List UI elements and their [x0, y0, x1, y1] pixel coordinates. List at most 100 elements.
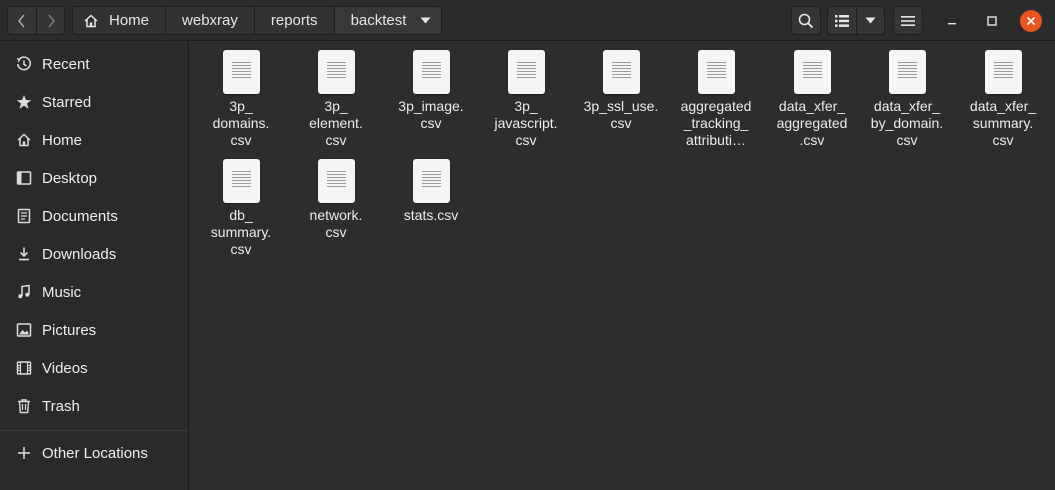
breadcrumb-webxray[interactable]: webxray — [165, 6, 254, 35]
desktop-icon — [15, 169, 33, 187]
sidebar: Recent Starred Home Desktop Documents Do… — [0, 41, 189, 490]
file-item[interactable]: 3p_ domains. csv — [195, 50, 287, 149]
file-name: data_xfer_ by_domain. csv — [870, 98, 944, 148]
text-file-icon — [602, 50, 640, 94]
sidebar-item-label: Pictures — [42, 321, 97, 339]
header-bar: Home webxray reports backtest — [0, 0, 1055, 41]
documents-icon — [15, 207, 33, 225]
view-toggle-group — [827, 6, 885, 35]
file-item[interactable]: 3p_ javascript. csv — [480, 50, 572, 149]
sidebar-item-label: Recent — [42, 55, 90, 73]
file-name: data_xfer_ summary. csv — [969, 98, 1037, 148]
file-name: db_ summary. csv — [210, 207, 272, 257]
close-button[interactable] — [1020, 10, 1042, 32]
chevron-left-icon — [18, 14, 25, 27]
sidebar-item-label: Other Locations — [42, 444, 148, 462]
search-button[interactable] — [791, 6, 821, 35]
view-options-button[interactable] — [856, 6, 885, 35]
file-item[interactable]: 3p_ssl_use. csv — [575, 50, 667, 132]
sidebar-item-other-locations[interactable]: Other Locations — [0, 434, 188, 472]
breadcrumb-label: reports — [270, 12, 318, 29]
sidebar-divider — [0, 430, 188, 431]
text-file-icon — [222, 159, 260, 203]
sidebar-item-label: Music — [42, 283, 82, 301]
sidebar-item-recent[interactable]: Recent — [0, 45, 188, 83]
menu-button[interactable] — [893, 6, 923, 35]
text-file-icon — [317, 159, 355, 203]
videos-icon — [15, 359, 33, 377]
sidebar-item-home[interactable]: Home — [0, 121, 188, 159]
file-grid: 3p_ domains. csv 3p_ element. csv 3p_ima… — [190, 41, 1055, 490]
file-name: 3p_ javascript. csv — [494, 98, 558, 148]
file-item[interactable]: 3p_ element. csv — [290, 50, 382, 149]
sidebar-item-starred[interactable]: Starred — [0, 83, 188, 121]
sidebar-item-label: Videos — [42, 359, 88, 377]
file-manager-window: Home webxray reports backtest Recent Sta… — [0, 0, 1055, 490]
back-button[interactable] — [7, 6, 36, 35]
sidebar-item-videos[interactable]: Videos — [0, 349, 188, 387]
text-file-icon — [888, 50, 926, 94]
plus-icon — [15, 444, 33, 462]
sidebar-item-label: Starred — [42, 93, 92, 111]
breadcrumb-label: backtest — [350, 12, 407, 29]
download-icon — [15, 245, 33, 263]
file-item[interactable]: network. csv — [290, 159, 382, 241]
file-name: stats.csv — [403, 207, 459, 223]
navigation-buttons — [7, 6, 65, 35]
sidebar-item-desktop[interactable]: Desktop — [0, 159, 188, 197]
text-file-icon — [793, 50, 831, 94]
sidebar-item-documents[interactable]: Documents — [0, 197, 188, 235]
text-file-icon — [412, 159, 450, 203]
file-item[interactable]: stats.csv — [385, 159, 477, 224]
file-name: aggregated _tracking_ attributi… — [680, 98, 752, 148]
file-name: 3p_image. csv — [398, 98, 464, 131]
maximize-button[interactable] — [981, 10, 1003, 32]
breadcrumb-home[interactable]: Home — [72, 6, 166, 35]
file-item[interactable]: aggregated _tracking_ attributi… — [670, 50, 762, 149]
clock-icon — [15, 55, 33, 73]
home-icon — [83, 13, 99, 29]
file-name: network. csv — [309, 207, 363, 240]
maximize-icon — [987, 16, 997, 26]
caret-down-icon — [865, 17, 876, 24]
breadcrumb-label: webxray — [182, 12, 238, 29]
forward-button[interactable] — [36, 6, 65, 35]
text-file-icon — [697, 50, 735, 94]
sidebar-item-label: Documents — [42, 207, 118, 225]
hamburger-menu-icon — [901, 15, 915, 26]
sidebar-item-music[interactable]: Music — [0, 273, 188, 311]
pictures-icon — [15, 321, 33, 339]
file-item[interactable]: data_xfer_ by_domain. csv — [861, 50, 953, 149]
file-item[interactable]: data_xfer_ summary. csv — [957, 50, 1049, 149]
file-name: data_xfer_ aggregated .csv — [776, 98, 848, 148]
file-item[interactable]: 3p_image. csv — [385, 50, 477, 132]
list-view-button[interactable] — [827, 6, 856, 35]
file-name: 3p_ domains. csv — [212, 98, 270, 148]
chevron-right-icon — [48, 14, 55, 27]
sidebar-item-label: Desktop — [42, 169, 98, 187]
text-file-icon — [412, 50, 450, 94]
sidebar-item-pictures[interactable]: Pictures — [0, 311, 188, 349]
sidebar-item-label: Home — [42, 131, 83, 149]
minimize-button[interactable] — [941, 10, 963, 32]
sidebar-item-downloads[interactable]: Downloads — [0, 235, 188, 273]
sidebar-item-label: Downloads — [42, 245, 117, 263]
home-icon — [15, 131, 33, 149]
breadcrumb: Home webxray reports backtest — [72, 6, 443, 35]
star-icon — [15, 93, 33, 111]
breadcrumb-backtest[interactable]: backtest — [333, 6, 443, 35]
text-file-icon — [222, 50, 260, 94]
file-name: 3p_ssl_use. csv — [583, 98, 659, 131]
breadcrumb-label: Home — [109, 12, 150, 29]
file-item[interactable]: db_ summary. csv — [195, 159, 287, 258]
sidebar-item-trash[interactable]: Trash — [0, 387, 188, 425]
file-name: 3p_ element. csv — [309, 98, 363, 148]
minimize-icon — [948, 23, 956, 25]
sidebar-item-label: Trash — [42, 397, 80, 415]
breadcrumb-reports[interactable]: reports — [253, 6, 334, 35]
trash-icon — [15, 397, 33, 415]
file-item[interactable]: data_xfer_ aggregated .csv — [766, 50, 858, 149]
toolbar-right — [791, 6, 923, 35]
caret-down-icon[interactable] — [420, 17, 431, 24]
text-file-icon — [507, 50, 545, 94]
